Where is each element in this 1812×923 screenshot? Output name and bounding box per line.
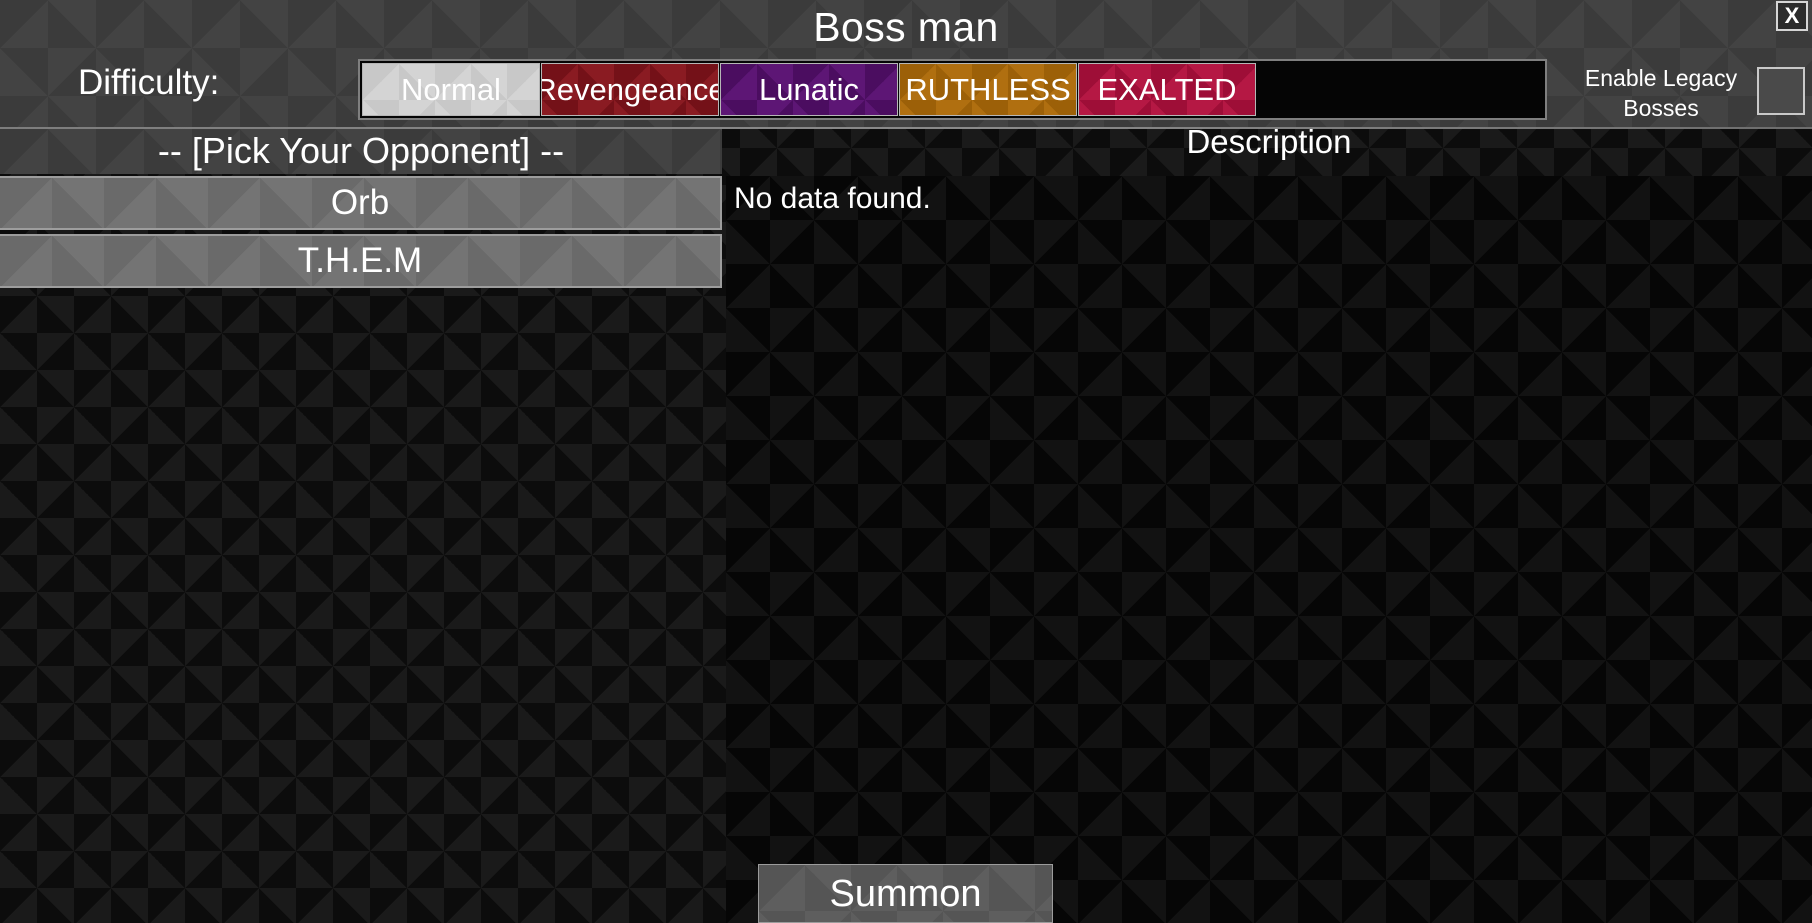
difficulty-option-exalted[interactable]: EXALTED	[1078, 63, 1256, 116]
difficulty-option-revengeance[interactable]: Revengeance	[541, 63, 719, 116]
list-item[interactable]: Orb	[0, 176, 722, 230]
legacy-bosses-checkbox[interactable]	[1757, 67, 1805, 115]
difficulty-option-normal[interactable]: Normal	[362, 63, 540, 116]
difficulty-option-lunatic[interactable]: Lunatic	[720, 63, 898, 116]
page-title: Boss man	[813, 4, 999, 50]
difficulty-selector[interactable]: Normal Revengeance Lunatic RUTHLESS EXALTED	[358, 59, 1547, 120]
close-icon[interactable]: X	[1776, 1, 1808, 31]
opponent-list: Orb T.H.E.M	[0, 176, 722, 292]
legacy-bosses-label: Enable Legacy Bosses	[1584, 65, 1738, 121]
boss-summon-window: Boss man X Difficulty: Normal Revengeance…	[0, 0, 1812, 923]
opponent-list-header: -- [Pick Your Opponent] --	[157, 130, 565, 171]
summon-button[interactable]: Summon	[758, 864, 1053, 923]
description-panel: No data found.	[726, 176, 1812, 923]
difficulty-option-ruthless[interactable]: RUTHLESS	[899, 63, 1077, 116]
description-title: Description	[1186, 123, 1352, 160]
list-item[interactable]: T.H.E.M	[0, 234, 722, 288]
description-text: No data found.	[734, 182, 931, 215]
difficulty-label: Difficulty:	[78, 63, 220, 102]
